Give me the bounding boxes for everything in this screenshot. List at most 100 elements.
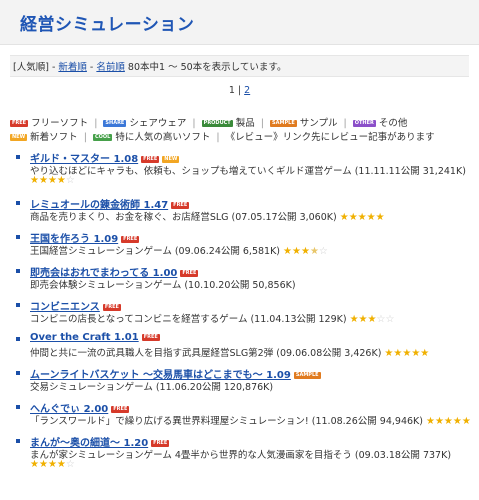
star-full-icon: ★ <box>348 212 358 223</box>
new-badge-icon: NEW <box>10 134 28 141</box>
bullet-icon <box>16 439 20 443</box>
sort-separator: - <box>48 62 59 73</box>
bullet-icon <box>16 269 20 273</box>
rating-stars: ★★★☆☆ <box>350 314 395 325</box>
star-full-icon: ★ <box>283 246 292 257</box>
item-description-text: やり込むほどにキャラも、依頼も、ショップも増えていくギルド運営ゲーム (11.1… <box>30 166 466 177</box>
sample-badge-icon: SAMPLE <box>293 372 321 379</box>
free-badge-icon: FREE <box>111 406 130 413</box>
star-full-icon: ★ <box>300 246 310 257</box>
legend-divider: | <box>216 132 220 143</box>
page-2-link[interactable]: 2 <box>244 85 250 96</box>
free-badge-icon: FREE <box>180 270 199 277</box>
bullet-icon <box>16 155 20 159</box>
star-full-icon: ★ <box>56 175 66 186</box>
star-full-icon: ★ <box>434 416 444 427</box>
legend-product: 製品 <box>235 118 255 129</box>
legend-sample: サンプル <box>299 118 338 129</box>
item-description-text: 「ランスワールド」で繰り広げる異世界料理屋シミュレーション! (11.08.26… <box>30 416 423 427</box>
legend: FREE フリーソフト | SHARE シェアウェア | PRODUCT 製品 … <box>10 117 475 145</box>
bullet-icon <box>16 337 20 341</box>
legend-divider: | <box>192 118 196 129</box>
star-full-icon: ★ <box>393 348 403 359</box>
star-half-icon: ★ <box>309 246 319 257</box>
star-full-icon: ★ <box>292 246 301 257</box>
free-badge-icon: FREE <box>102 304 121 311</box>
item-description: まんが家シミュレーションゲーム 4畳半から世界的な人気漫画家を目指そう (09.… <box>30 447 451 461</box>
star-full-icon: ★ <box>443 416 453 427</box>
star-full-icon: ★ <box>47 459 57 470</box>
star-full-icon: ★ <box>420 348 430 359</box>
star-full-icon: ★ <box>56 459 66 470</box>
item-description-text: 商品を売りまくり、お金を稼ぐ、お店経営SLG (07.05.17公開 3,060… <box>30 212 337 223</box>
free-badge-icon: FREE <box>171 202 190 209</box>
item-description: 「ランスワールド」で繰り広げる異世界料理屋シミュレーション! (11.08.26… <box>30 413 471 427</box>
other-badge-icon: OTHER <box>352 120 376 127</box>
free-badge-icon: FREE <box>141 156 160 163</box>
bullet-icon <box>16 303 20 307</box>
item-description-text: まんが家シミュレーションゲーム 4畳半から世界的な人気漫画家を目指そう (09.… <box>30 450 452 461</box>
star-empty-icon: ☆ <box>65 459 75 470</box>
bullet-icon <box>16 201 20 205</box>
star-full-icon: ★ <box>339 212 349 223</box>
star-full-icon: ★ <box>366 212 376 223</box>
legend-free: フリーソフト <box>31 118 89 129</box>
product-badge-icon: PRODUCT <box>201 120 233 127</box>
star-full-icon: ★ <box>38 459 48 470</box>
star-empty-icon: ☆ <box>318 246 328 257</box>
pagination: 1 | 2 <box>0 85 479 96</box>
item-description-text: 王国経営シミュレーションゲーム (09.06.24公開 6,581K) <box>30 246 281 257</box>
free-badge-icon: FREE <box>141 334 160 341</box>
sort-new-link[interactable]: 新着順 <box>58 62 87 73</box>
share-badge-icon: SHARE <box>103 120 127 127</box>
free-badge-icon: FREE <box>121 236 140 243</box>
star-full-icon: ★ <box>349 314 359 325</box>
rating-stars: ★★★★☆ <box>30 175 75 186</box>
rating-stars: ★★★★☆ <box>283 246 328 257</box>
star-full-icon: ★ <box>411 348 421 359</box>
free-badge-icon: FREE <box>10 120 29 127</box>
item-description: コンビニの店長となってコンビニを経営するゲーム (11.04.13公開 129K… <box>30 311 394 325</box>
free-badge-icon: FREE <box>151 440 170 447</box>
legend-review-note: 《レビュー》リンク先にレビュー記事があります <box>225 132 435 143</box>
bullet-icon <box>16 235 20 239</box>
page-divider: | <box>234 85 245 96</box>
star-full-icon: ★ <box>30 175 39 186</box>
result-summary: 80本中1 ～ 50本を表示しています。 <box>127 62 287 73</box>
legend-divider: | <box>94 118 98 129</box>
star-full-icon: ★ <box>38 175 48 186</box>
legend-divider: | <box>83 132 87 143</box>
star-full-icon: ★ <box>461 416 471 427</box>
rating-stars: ★★★★★ <box>426 416 471 427</box>
sort-name-link[interactable]: 名前順 <box>96 62 125 73</box>
star-full-icon: ★ <box>358 314 368 325</box>
bullet-icon <box>16 371 20 375</box>
star-full-icon: ★ <box>30 459 39 470</box>
item-title-link[interactable]: Over the Craft 1.01 <box>30 332 139 343</box>
item-description: 仲間と共に一流の武具職人を目指す武具屋経営SLG第2弾 (09.06.08公開 … <box>30 345 429 359</box>
item-description: 王国経営シミュレーションゲーム (09.06.24公開 6,581K) ★★★★☆ <box>30 243 328 257</box>
star-full-icon: ★ <box>47 175 57 186</box>
item-description: やり込むほどにキャラも、依頼も、ショップも増えていくギルド運営ゲーム (11.1… <box>30 163 466 177</box>
bullet-icon <box>16 405 20 409</box>
legend-share: シェアウェア <box>129 118 187 129</box>
star-full-icon: ★ <box>402 348 412 359</box>
title-bar: 経営シミュレーション <box>0 0 479 45</box>
legend-other: その他 <box>378 118 408 129</box>
star-empty-icon: ☆ <box>65 175 75 186</box>
cool-badge-icon: COOL <box>92 134 113 141</box>
star-full-icon: ★ <box>375 212 385 223</box>
item-description-text: 交易シミュレーションゲーム (11.06.20公開 120,876K) <box>30 382 274 393</box>
star-empty-icon: ☆ <box>385 314 395 325</box>
legend-divider: | <box>343 118 347 129</box>
rating-stars: ★★★★★ <box>384 348 429 359</box>
sample-badge-icon: SAMPLE <box>270 120 297 127</box>
rating-stars: ★★★★★ <box>340 212 385 223</box>
item-description-text: コンビニの店長となってコンビニを経営するゲーム (11.04.13公開 129K… <box>30 314 347 325</box>
item-description: 交易シミュレーションゲーム (11.06.20公開 120,876K) <box>30 379 273 393</box>
legend-divider: | <box>260 118 264 129</box>
legend-cool: 特に人気の高いソフト <box>115 132 211 143</box>
star-full-icon: ★ <box>425 416 435 427</box>
sort-bar: [人気順] - 新着順 - 名前順 80本中1 ～ 50本を表示しています。 <box>10 55 469 77</box>
sort-current: [人気順] <box>13 62 49 73</box>
